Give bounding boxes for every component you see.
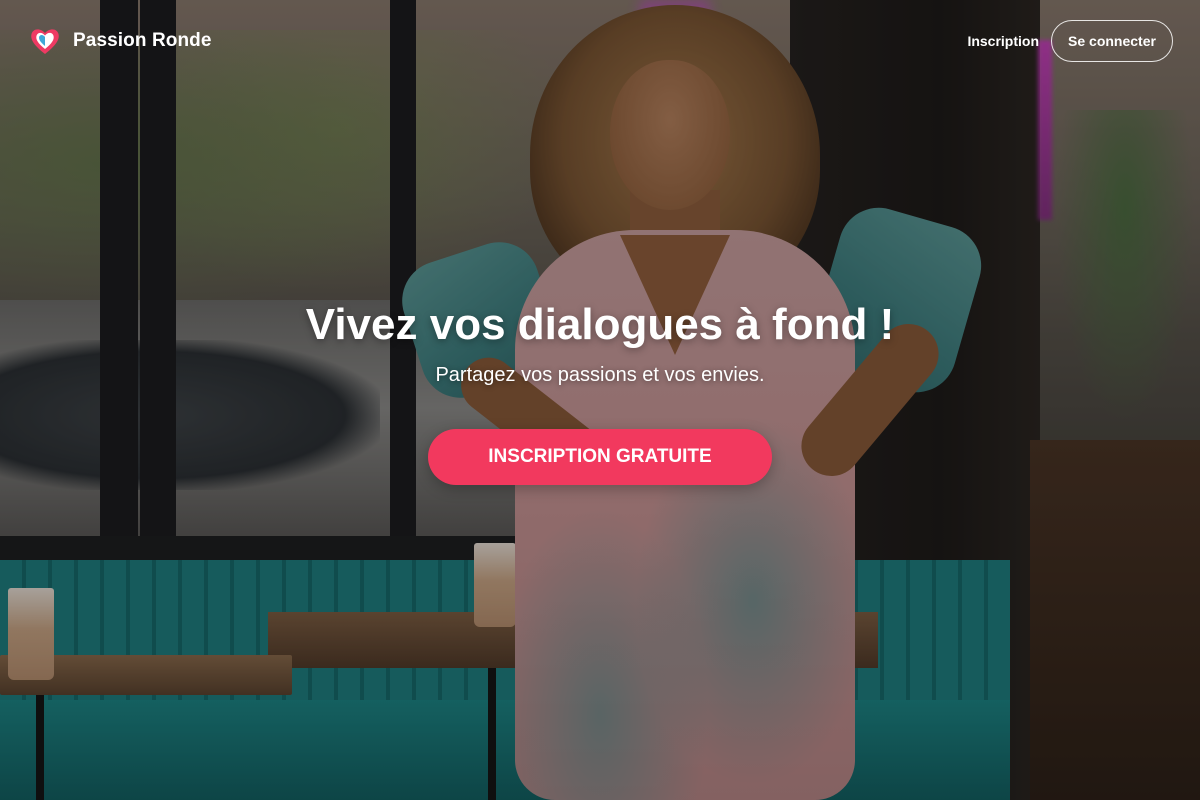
login-button[interactable]: Se connecter xyxy=(1051,20,1173,62)
free-signup-button[interactable]: INSCRIPTION GRATUITE xyxy=(428,429,772,485)
hero-section: Vivez vos dialogues à fond ! Partagez vo… xyxy=(0,300,1200,485)
top-navigation: Passion Ronde Inscription Se connecter xyxy=(0,0,1200,82)
header-actions: Inscription Se connecter xyxy=(967,20,1173,62)
brand-name: Passion Ronde xyxy=(73,30,212,51)
hero-title: Vivez vos dialogues à fond ! xyxy=(305,300,895,349)
heart-icon xyxy=(31,29,59,54)
hero-subtitle: Partagez vos passions et vos envies. xyxy=(435,364,765,386)
signup-link[interactable]: Inscription xyxy=(967,33,1039,49)
brand-logo-link[interactable]: Passion Ronde xyxy=(29,25,212,57)
